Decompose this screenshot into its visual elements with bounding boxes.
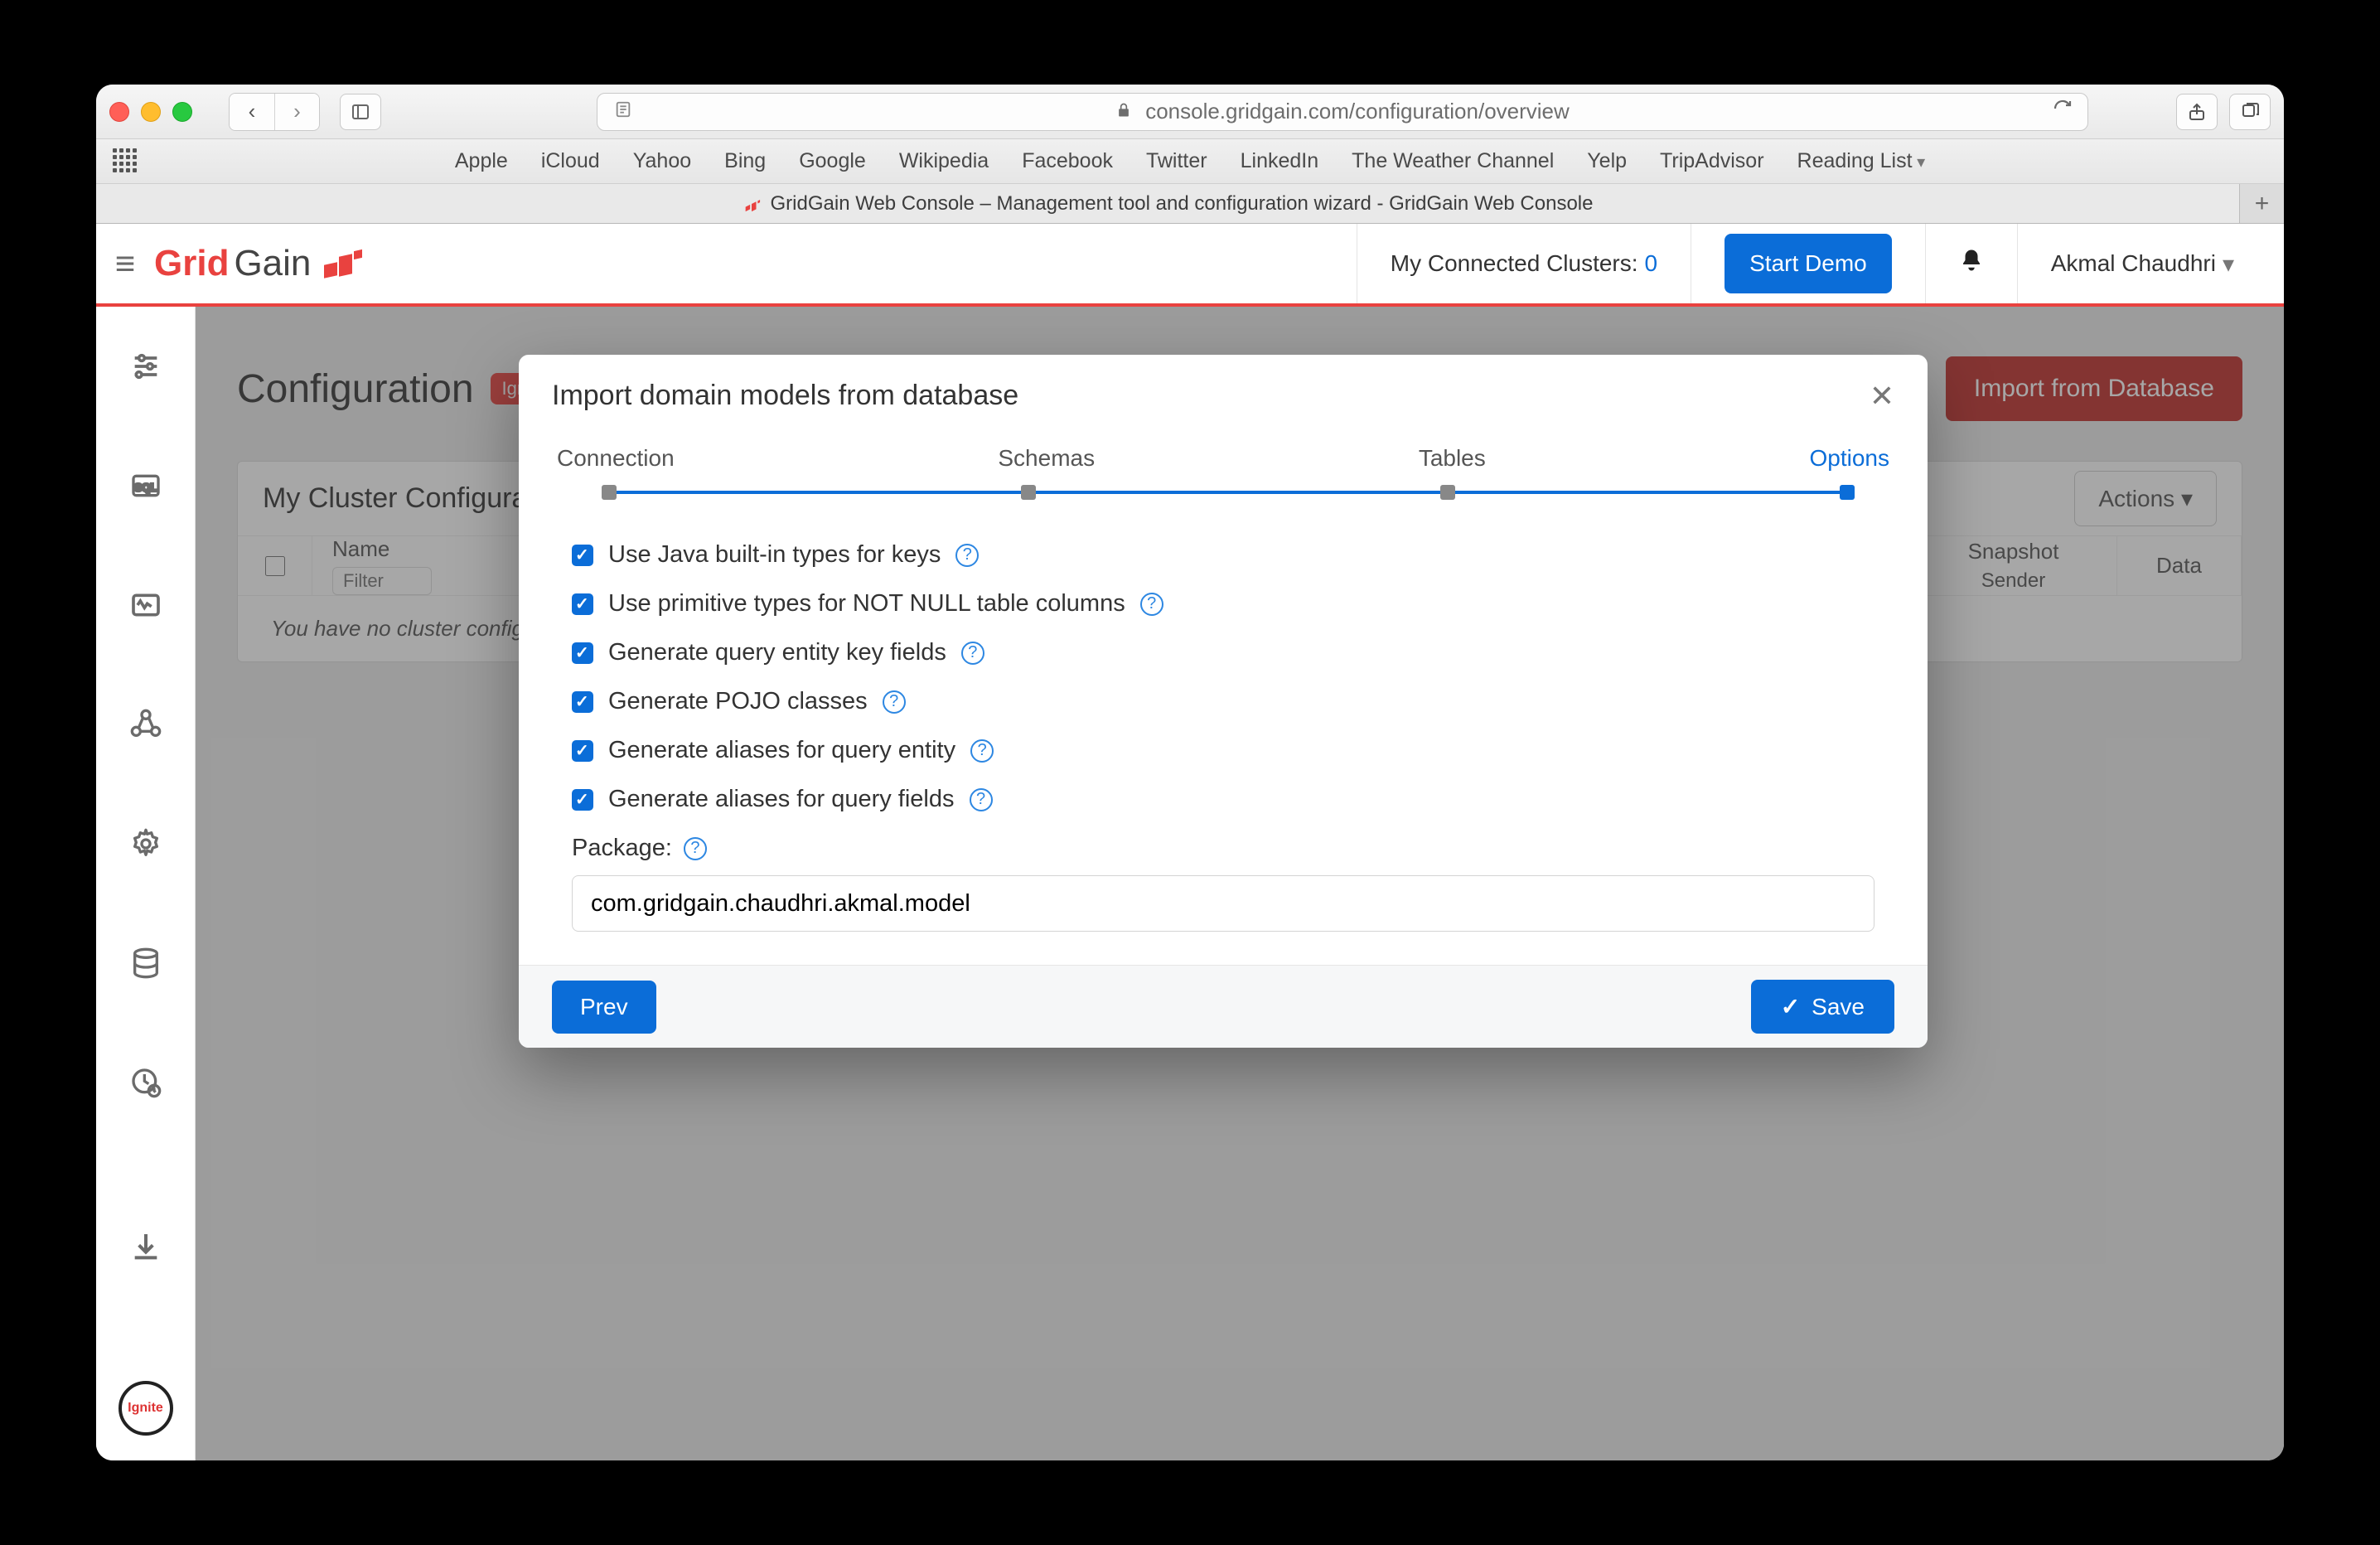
step-marker-icon [1021,485,1036,500]
bookmark-item[interactable]: Reading List [1797,149,1926,173]
content-area: Configuration Ignite 2.7▾ ? + Create Clu… [196,307,2284,1460]
sidebar-cluster-icon[interactable] [128,706,164,743]
minimize-window-icon[interactable] [141,102,161,122]
app-header: ≡ GridGain My Connected Clusters: 0 Star… [96,224,2284,307]
start-demo-button[interactable]: Start Demo [1725,234,1892,293]
sidebar: SQL Ignite [96,307,196,1460]
certification-badge-icon[interactable]: Ignite [119,1381,173,1436]
bookmark-item[interactable]: LinkedIn [1241,149,1319,173]
opt-pojo-checkbox[interactable] [572,691,593,713]
help-icon[interactable]: ? [1140,593,1163,616]
app-body: SQL Ignite Configuration Ignite 2.7▾ ? +… [96,307,2284,1460]
svg-text:SQL: SQL [134,482,157,494]
package-input[interactable] [572,875,1874,932]
sidebar-storage-icon[interactable] [128,945,164,981]
share-button[interactable] [2176,94,2218,130]
notifications-button[interactable] [1925,224,2017,303]
bookmark-bar: Apple iCloud Yahoo Bing Google Wikipedia… [96,139,2284,184]
opt-java-builtin-checkbox[interactable] [572,545,593,566]
bookmark-item[interactable]: Wikipedia [899,149,989,173]
tab-bar: GridGain Web Console – Management tool a… [96,184,2284,224]
opt-alias-fields-checkbox[interactable] [572,789,593,811]
step-marker-icon [1440,485,1455,500]
sidebar-download-icon[interactable] [128,1228,164,1265]
bookmark-item[interactable]: Yelp [1587,149,1627,173]
help-icon[interactable]: ? [970,739,994,763]
lock-icon [1115,99,1132,124]
forward-button[interactable]: › [274,94,319,130]
bookmark-item[interactable]: Google [799,149,866,173]
url-text: console.gridgain.com/configuration/overv… [1145,99,1570,124]
step-tables[interactable]: Tables [1419,445,1486,472]
url-bar[interactable]: console.gridgain.com/configuration/overv… [597,93,2088,131]
help-icon[interactable]: ? [970,788,993,811]
step-marker-icon [1840,485,1855,500]
back-button[interactable]: ‹ [230,94,274,130]
bookmark-item[interactable]: The Weather Channel [1352,149,1554,173]
help-icon[interactable]: ? [961,642,984,665]
apps-grid-icon[interactable] [113,148,139,175]
bell-icon [1959,248,1984,279]
reader-icon [614,99,632,124]
help-icon[interactable]: ? [883,690,906,714]
bookmark-item[interactable]: Facebook [1022,149,1113,173]
refresh-icon[interactable] [2053,99,2073,124]
sidebar-monitor-icon[interactable] [128,587,164,623]
bookmark-item[interactable]: Yahoo [633,149,691,173]
sidebar-toggle-button[interactable] [340,94,381,130]
step-marker-icon [602,485,617,500]
sidebar-sql-icon[interactable]: SQL [128,467,164,504]
wizard-stepper: Connection Schemas Tables Options [519,437,1928,516]
step-options[interactable]: Options [1809,445,1889,472]
sidebar-settings-icon[interactable] [128,826,164,862]
modal-title: Import domain models from database [552,380,1018,412]
help-icon[interactable]: ? [955,544,979,567]
user-menu[interactable]: Akmal Chaudhri [2017,224,2267,303]
nav-history: ‹ › [229,93,320,131]
sidebar-config-icon[interactable] [128,348,164,385]
close-window-icon[interactable] [109,102,129,122]
save-button[interactable]: Save [1751,980,1894,1034]
opt-primitive-notnull-checkbox[interactable] [572,593,593,615]
window-controls [109,102,192,122]
browser-window: ‹ › console.gridgain.com/configuration/o… [96,85,2284,1460]
maximize-window-icon[interactable] [172,102,192,122]
menu-icon[interactable]: ≡ [96,244,154,283]
close-icon[interactable]: ✕ [1870,381,1894,411]
opt-query-keyfields-checkbox[interactable] [572,642,593,664]
step-schemas[interactable]: Schemas [998,445,1095,472]
step-connection[interactable]: Connection [557,445,675,472]
bookmark-item[interactable]: iCloud [541,149,600,173]
opt-alias-entity-checkbox[interactable] [572,740,593,762]
brand-logo[interactable]: GridGain [154,243,360,284]
titlebar: ‹ › console.gridgain.com/configuration/o… [96,85,2284,139]
help-icon[interactable]: ? [684,837,707,860]
prev-button[interactable]: Prev [552,981,656,1034]
browser-tab[interactable]: GridGain Web Console – Management tool a… [96,184,2239,223]
bookmark-item[interactable]: Twitter [1146,149,1207,173]
favicon-icon [743,195,761,213]
import-modal: Import domain models from database ✕ Con… [519,355,1928,1048]
brand-mark-icon [321,247,360,280]
bookmark-item[interactable]: TripAdvisor [1660,149,1764,173]
new-tab-button[interactable]: + [2239,184,2284,223]
sidebar-schedule-icon[interactable] [128,1064,164,1101]
tab-title: GridGain Web Console – Management tool a… [771,192,1594,216]
connected-clusters[interactable]: My Connected Clusters: 0 [1357,224,1691,303]
tabs-button[interactable] [2229,94,2271,130]
bookmark-item[interactable]: Apple [455,149,508,173]
bookmark-item[interactable]: Bing [724,149,766,173]
